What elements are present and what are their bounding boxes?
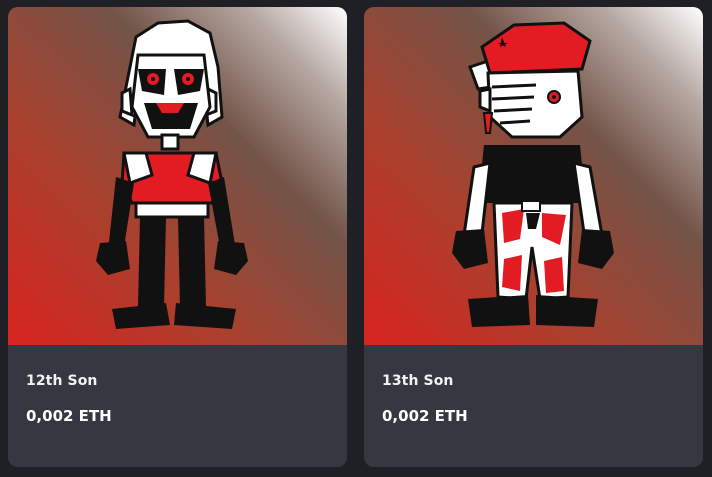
nft-card-12th-son[interactable]: 12th Son 0,002 ETH	[8, 7, 347, 467]
nft-artwork-12th-son[interactable]	[8, 7, 347, 345]
nft-artwork-13th-son[interactable]	[364, 7, 703, 345]
nft-price: 0,002 ETH	[382, 407, 468, 425]
nft-name: 13th Son	[382, 373, 454, 389]
nft-card-13th-son[interactable]: 13th Son 0,002 ETH	[364, 7, 703, 467]
nft-name: 12th Son	[26, 373, 98, 389]
nft-card-info: 13th Son 0,002 ETH	[364, 345, 703, 467]
nft-grid: 12th Son 0,002 ETH 13th Son 0,002 ETH	[0, 0, 712, 477]
nft-price: 0,002 ETH	[26, 407, 112, 425]
nft-card-info: 12th Son 0,002 ETH	[8, 345, 347, 467]
